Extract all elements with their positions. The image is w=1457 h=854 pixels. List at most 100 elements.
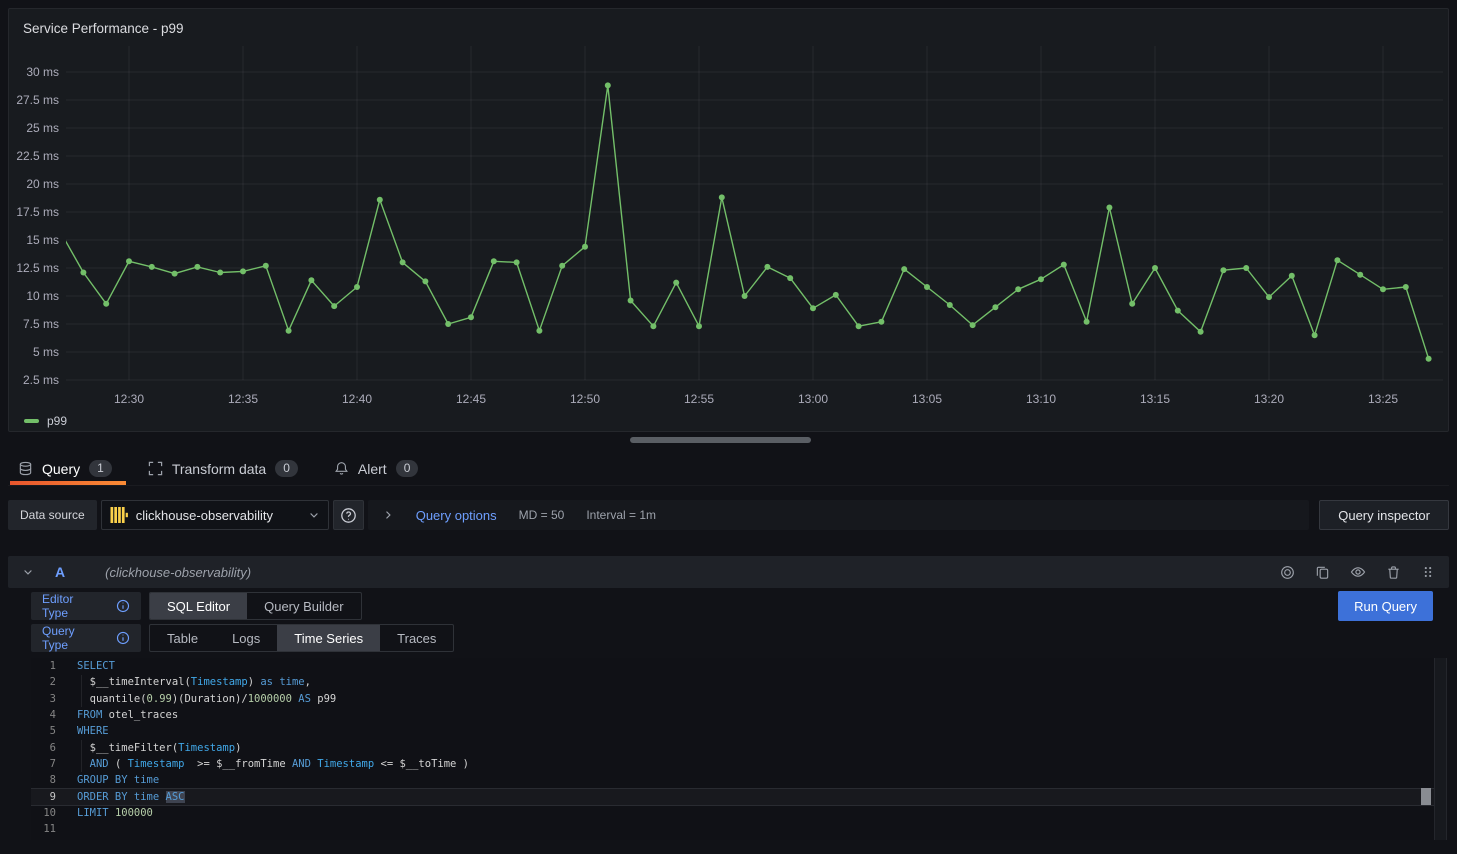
editor-type-segmented: SQL Editor Query Builder: [149, 592, 362, 620]
data-source-select[interactable]: clickhouse-observability: [101, 500, 329, 530]
svg-text:13:15: 13:15: [1140, 392, 1170, 406]
chevron-right-icon[interactable]: [382, 509, 394, 521]
drag-handle-icon[interactable]: [1421, 565, 1435, 579]
active-tab-indicator: [10, 481, 126, 485]
code-line-8[interactable]: 8GROUP BY time: [31, 772, 1434, 788]
transform-icon: [148, 461, 163, 476]
query-toolbar: Data source clickhouse-observability Que…: [8, 500, 1449, 530]
line-number: 1: [31, 658, 56, 674]
legend-item-p99[interactable]: p99: [24, 414, 67, 428]
code-line-9[interactable]: 9ORDER BY time ASC: [31, 789, 1434, 805]
query-type-traces[interactable]: Traces: [380, 625, 453, 651]
code-line-11[interactable]: 11: [31, 821, 1434, 837]
record-circle-icon[interactable]: [1280, 565, 1295, 580]
panel-title[interactable]: Service Performance - p99: [23, 21, 184, 36]
query-type-segmented: Table Logs Time Series Traces: [149, 624, 454, 652]
tab-alert-label: Alert: [358, 461, 387, 477]
svg-text:27.5 ms: 27.5 ms: [16, 93, 59, 107]
database-icon: [18, 461, 33, 476]
chevron-down-icon: [308, 509, 320, 521]
query-type-label: Query Type: [42, 624, 102, 652]
svg-text:13:25: 13:25: [1368, 392, 1398, 406]
query-type-chip: Query Type: [31, 624, 141, 652]
svg-text:12:30: 12:30: [114, 392, 144, 406]
data-source-value: clickhouse-observability: [136, 508, 300, 523]
editor-tab-bar: Query 1 Transform data 0 Alert 0: [8, 452, 1449, 486]
code-line-7[interactable]: 7 AND ( Timestamp >= $__fromTime AND Tim…: [31, 756, 1434, 772]
max-data-points-value: MD = 50: [519, 508, 565, 522]
query-row-actions: [1280, 564, 1435, 580]
query-options-bar: Query options MD = 50 Interval = 1m: [368, 500, 1310, 530]
editor-type-chip: Editor Type: [31, 592, 141, 620]
editor-type-query-builder[interactable]: Query Builder: [247, 593, 360, 619]
legend-label: p99: [47, 414, 67, 428]
timeseries-panel: 12:3012:3512:4012:4512:5012:5513:0013:05…: [8, 8, 1449, 432]
svg-text:12:50: 12:50: [570, 392, 600, 406]
svg-text:12.5 ms: 12.5 ms: [16, 261, 59, 275]
code-line-3[interactable]: 3 quantile(0.99)(Duration)/1000000 AS p9…: [31, 691, 1434, 707]
tab-query-label: Query: [42, 461, 80, 477]
line-number: 2: [31, 674, 56, 690]
editor-cursor-marker: [1421, 788, 1431, 805]
delete-query-trash-icon[interactable]: [1386, 565, 1401, 580]
svg-text:22.5 ms: 22.5 ms: [16, 149, 59, 163]
duplicate-query-icon[interactable]: [1315, 565, 1330, 580]
code-line-5[interactable]: 5WHERE: [31, 723, 1434, 739]
svg-text:7.5 ms: 7.5 ms: [23, 317, 59, 331]
query-type-table[interactable]: Table: [150, 625, 215, 651]
tab-alert[interactable]: Alert 0: [324, 452, 434, 485]
data-source-label: Data source: [8, 500, 97, 530]
data-source-help-button[interactable]: [333, 500, 364, 530]
line-number: 5: [31, 723, 56, 739]
line-number: 10: [31, 805, 56, 821]
tab-transform-data[interactable]: Transform data 0: [138, 452, 314, 485]
question-circle-icon: [340, 507, 357, 524]
code-line-6[interactable]: 6 $__timeFilter(Timestamp): [31, 740, 1434, 756]
alert-count-badge: 0: [396, 460, 419, 477]
collapse-chevron-down-icon[interactable]: [22, 566, 34, 578]
svg-text:12:55: 12:55: [684, 392, 714, 406]
info-circle-icon[interactable]: [116, 599, 130, 613]
tab-transform-label: Transform data: [172, 461, 266, 477]
indent-guide: [81, 675, 82, 707]
svg-text:13:10: 13:10: [1026, 392, 1056, 406]
query-options-toggle[interactable]: Query options: [416, 508, 497, 523]
svg-text:12:40: 12:40: [342, 392, 372, 406]
svg-text:2.5 ms: 2.5 ms: [23, 373, 59, 387]
code-line-4[interactable]: 4FROM otel_traces: [31, 707, 1434, 723]
clickhouse-logo-icon: [110, 506, 128, 524]
line-number: 7: [31, 756, 56, 772]
code-line-10[interactable]: 10LIMIT 100000: [31, 805, 1434, 821]
query-type-time-series[interactable]: Time Series: [277, 625, 380, 651]
editor-type-row: Editor Type SQL Editor Query Builder: [31, 592, 362, 620]
query-ref-id[interactable]: A: [55, 564, 65, 580]
line-number: 8: [31, 772, 56, 788]
query-inspector-button[interactable]: Query inspector: [1319, 500, 1449, 530]
svg-text:13:05: 13:05: [912, 392, 942, 406]
tab-query[interactable]: Query 1: [8, 452, 128, 485]
svg-text:13:20: 13:20: [1254, 392, 1284, 406]
svg-text:12:35: 12:35: [228, 392, 258, 406]
svg-text:20 ms: 20 ms: [26, 177, 59, 191]
editor-scrollbar-rail[interactable]: [1434, 658, 1447, 840]
query-type-logs[interactable]: Logs: [215, 625, 277, 651]
code-line-1[interactable]: 1SELECT: [31, 658, 1434, 674]
sql-code-editor[interactable]: 1SELECT2 $__timeInterval(Timestamp) as t…: [31, 658, 1434, 840]
info-circle-icon[interactable]: [116, 631, 130, 645]
hide-query-eye-icon[interactable]: [1350, 564, 1366, 580]
query-row-header[interactable]: A (clickhouse-observability): [8, 556, 1449, 588]
svg-text:12:45: 12:45: [456, 392, 486, 406]
svg-text:10 ms: 10 ms: [26, 289, 59, 303]
svg-text:15 ms: 15 ms: [26, 233, 59, 247]
interval-value: Interval = 1m: [586, 508, 656, 522]
bell-icon: [334, 461, 349, 476]
svg-text:25 ms: 25 ms: [26, 121, 59, 135]
query-count-badge: 1: [89, 460, 112, 477]
run-query-button[interactable]: Run Query: [1338, 591, 1433, 621]
svg-text:17.5 ms: 17.5 ms: [16, 205, 59, 219]
editor-type-sql-editor[interactable]: SQL Editor: [150, 593, 247, 619]
timeseries-chart: 12:3012:3512:4012:4512:5012:5513:0013:05…: [9, 9, 1448, 431]
code-line-2[interactable]: 2 $__timeInterval(Timestamp) as time,: [31, 674, 1434, 690]
indent-guide: [81, 740, 82, 772]
panel-resize-handle[interactable]: [630, 437, 811, 443]
